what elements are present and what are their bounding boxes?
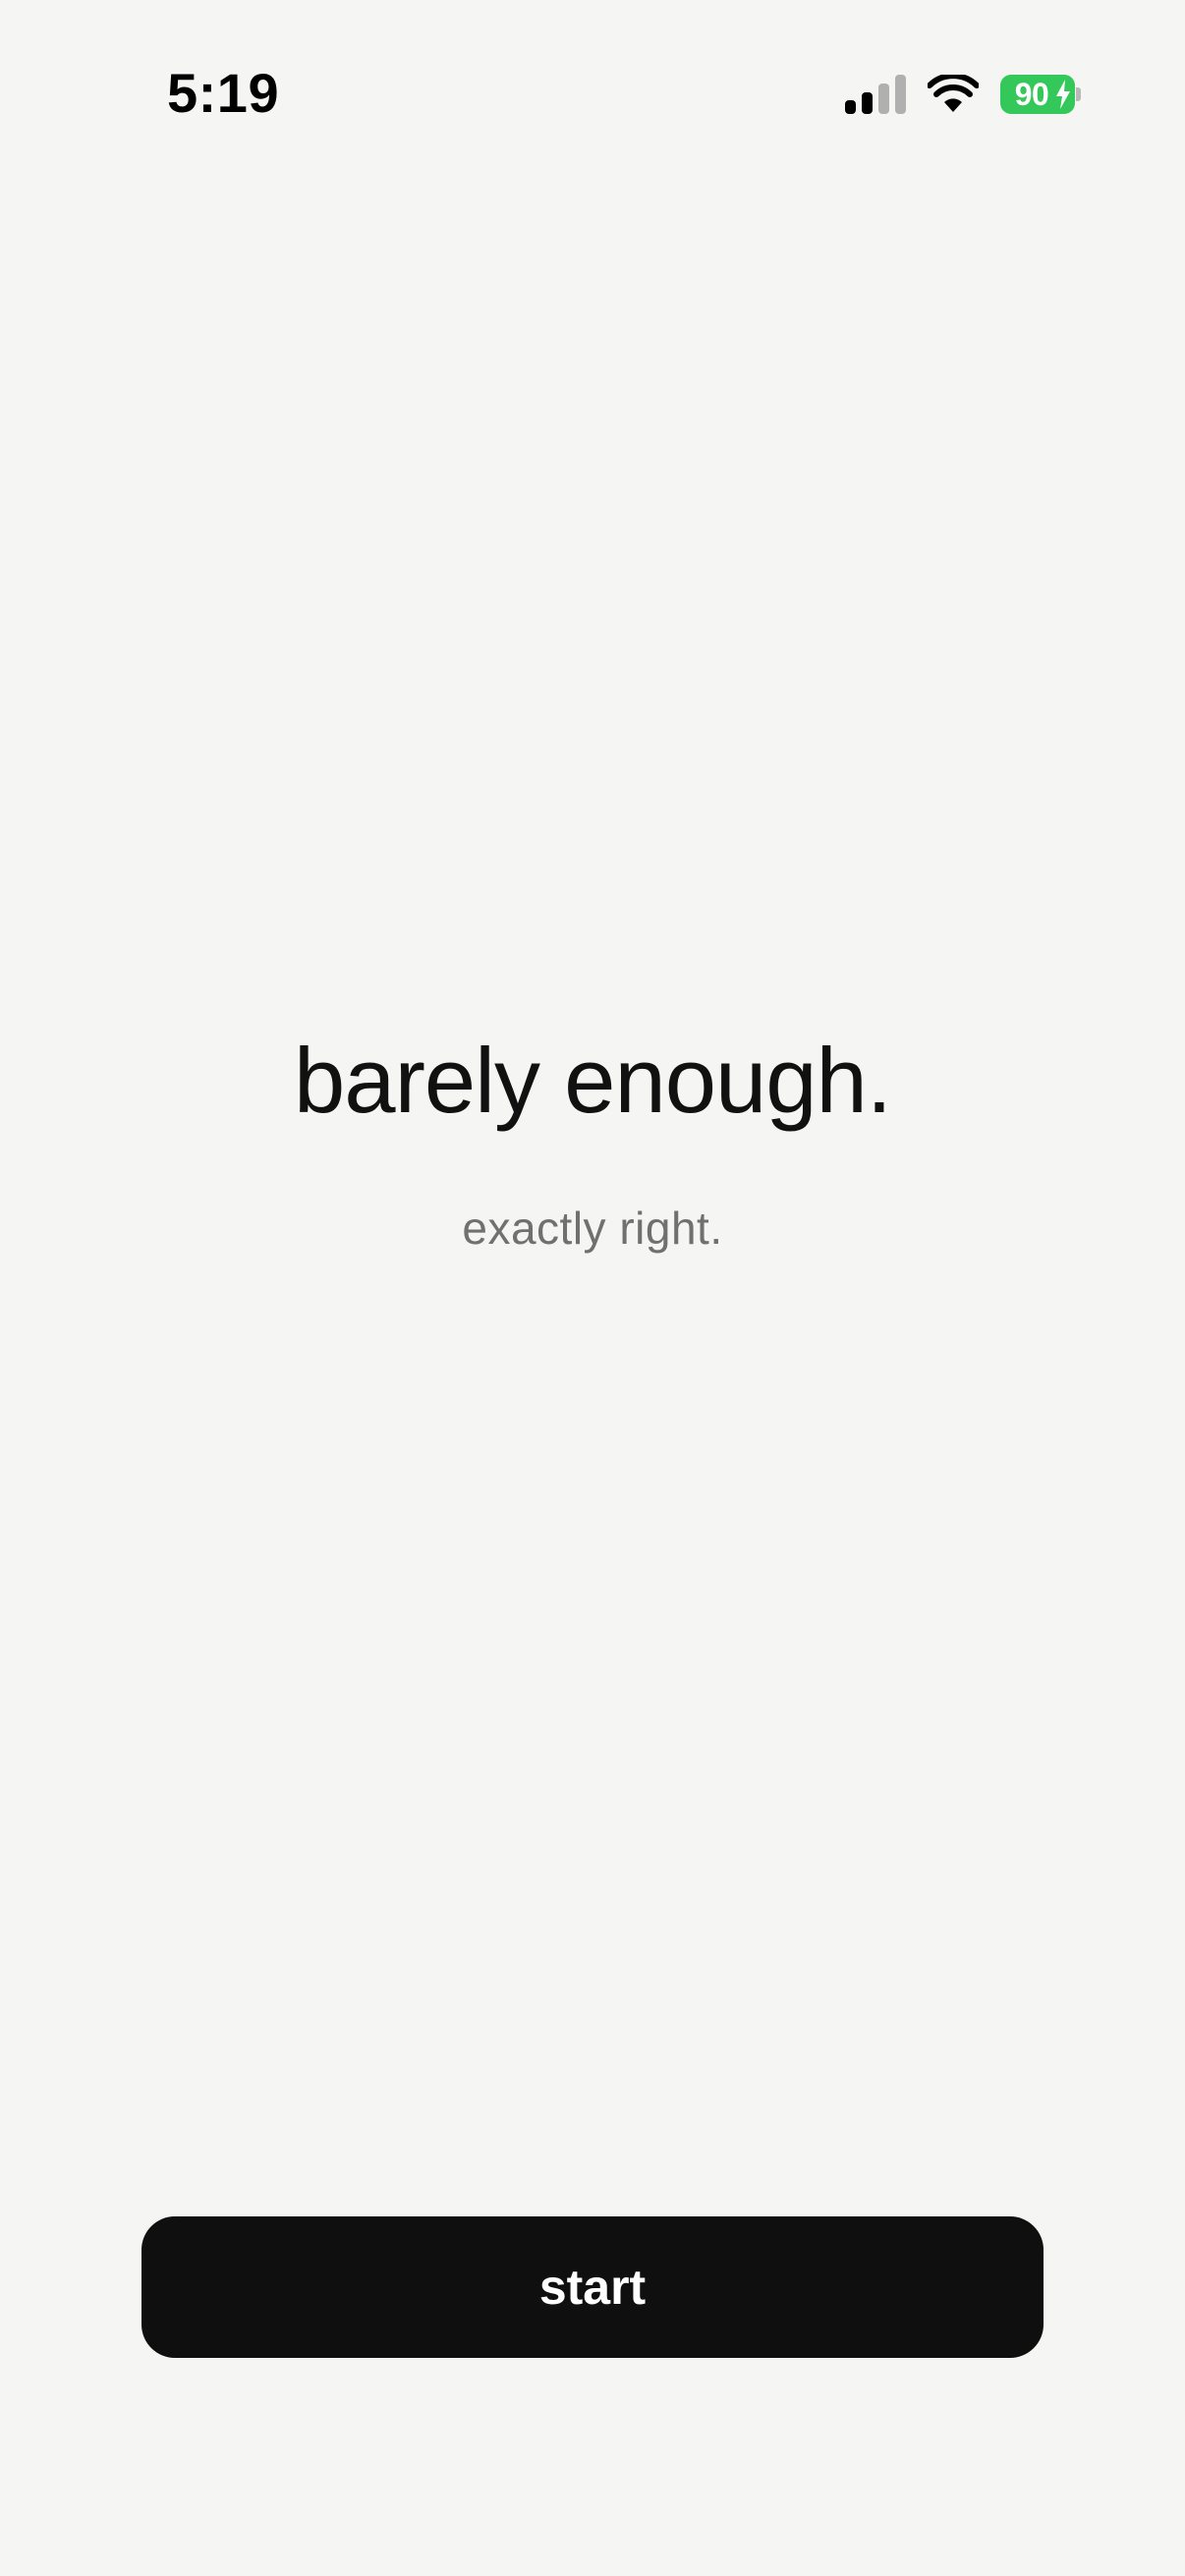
subline: exactly right. bbox=[462, 1203, 723, 1254]
battery-cap bbox=[1076, 87, 1081, 101]
status-indicators: 90 bbox=[845, 71, 1081, 118]
status-time: 5:19 bbox=[167, 62, 280, 124]
status-bar: 5:19 90 bbox=[0, 0, 1185, 187]
hero: barely enough. exactly right. bbox=[0, 1022, 1185, 1258]
battery-indicator: 90 bbox=[1000, 75, 1081, 114]
battery-level: 90 bbox=[1014, 76, 1049, 112]
start-button[interactable]: start bbox=[141, 2216, 1044, 2358]
bolt-icon bbox=[1056, 80, 1070, 109]
cellular-signal-icon bbox=[845, 75, 906, 114]
wifi-icon bbox=[928, 75, 979, 112]
headline: barely enough. bbox=[294, 1029, 892, 1132]
battery-body: 90 bbox=[1000, 75, 1075, 114]
